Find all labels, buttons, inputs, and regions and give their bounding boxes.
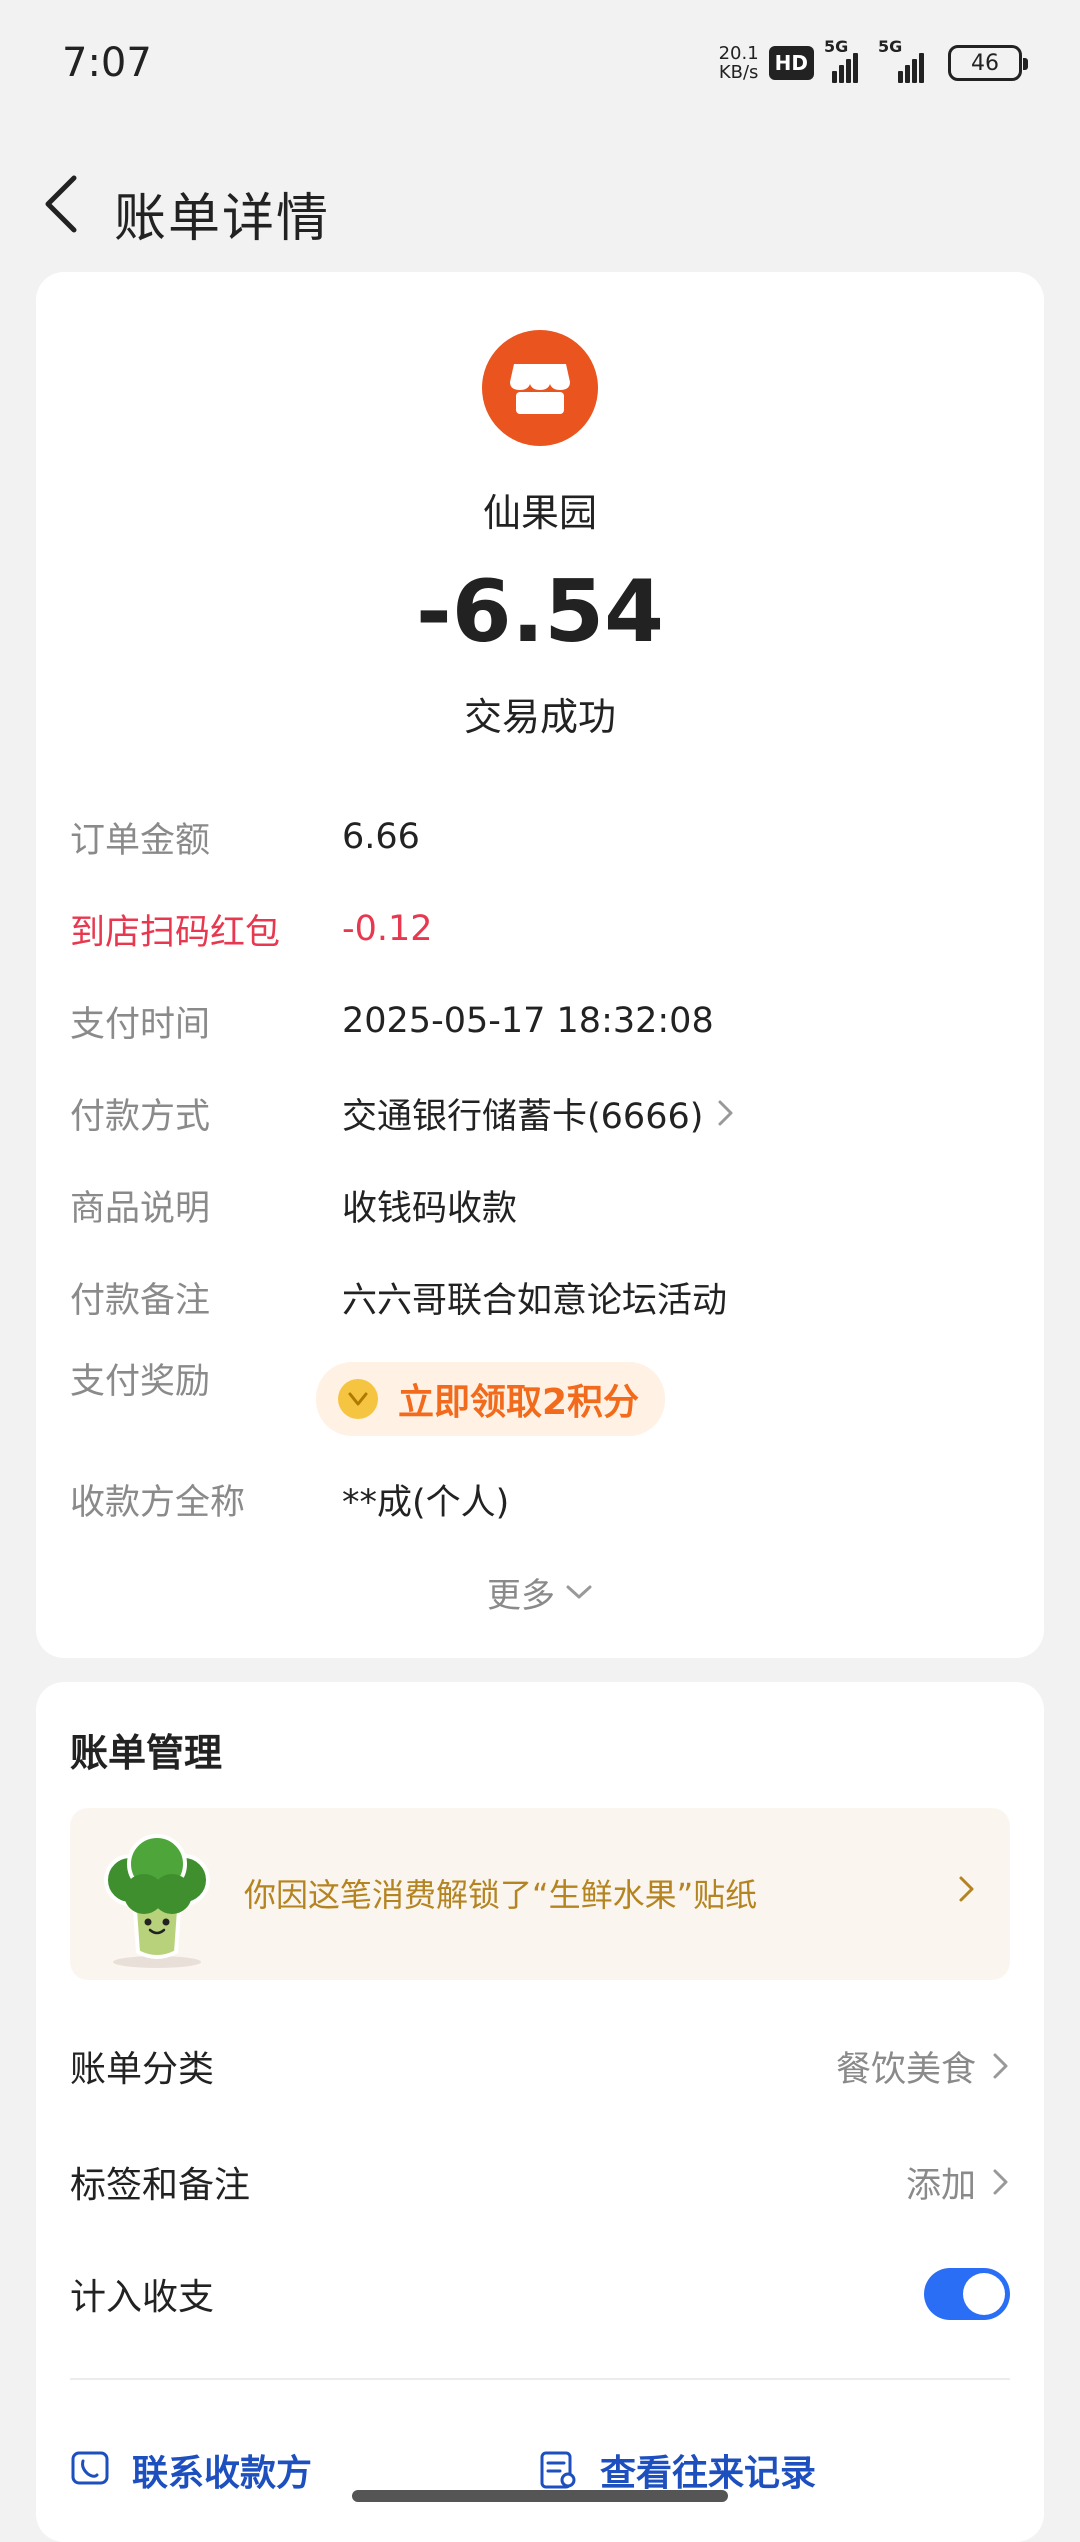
detail-label: 付款方式: [70, 1096, 211, 1137]
detail-row-reward: 支付奖励 立即领取2积分: [70, 1354, 1010, 1444]
chevron-right-icon: [993, 2169, 1008, 2195]
back-button[interactable]: [32, 162, 102, 242]
merchant-name: 仙果园: [482, 491, 597, 535]
divider: [70, 2378, 1010, 2380]
detail-label: 支付时间: [70, 1004, 211, 1045]
chevron-right-icon: [959, 1876, 974, 1902]
sticker-banner-text: 你因这笔消费解锁了“生鲜水果”贴纸: [244, 1876, 758, 1914]
detail-row-product: 商品说明 收钱码收款: [70, 1170, 1010, 1240]
detail-value: 六六哥联合如意论坛活动: [342, 1280, 728, 1321]
detail-row-pay-time: 支付时间 2025-05-17 18:32:08: [70, 986, 1010, 1056]
status-icons: 20.1 KB/s HD 5G 5G 46: [719, 37, 1028, 86]
detail-row-red-packet: 到店扫码红包 -0.12: [70, 894, 1010, 964]
detail-value: **成(个人): [342, 1482, 510, 1523]
signal-label: 5G: [878, 37, 903, 56]
detail-row-order-amount: 订单金额 6.66: [70, 802, 1010, 872]
document-list-icon: [540, 2451, 576, 2489]
chevron-right-icon: [718, 1100, 733, 1126]
coin-icon: [338, 1379, 378, 1419]
contact-payee-label: 联系收款方: [132, 2453, 313, 2494]
broccoli-sticker-icon: [104, 1834, 210, 1968]
battery-icon: 46: [948, 45, 1028, 81]
section-title: 账单管理: [70, 1731, 223, 1775]
more-label: 更多: [487, 1575, 555, 1616]
contact-payee-button[interactable]: 联系收款方: [70, 2440, 312, 2500]
network-speed-value: 20.1: [718, 43, 759, 64]
claim-points-button[interactable]: 立即领取2积分: [316, 1362, 666, 1436]
more-button[interactable]: 更多: [36, 1562, 1044, 1622]
detail-value: -0.12: [342, 909, 433, 949]
page-title: 账单详情: [114, 189, 331, 249]
home-indicator[interactable]: [352, 2490, 728, 2502]
status-time: 7:07: [62, 40, 152, 86]
nav-bar: 账单详情: [0, 140, 1080, 270]
detail-label: 支付奖励: [70, 1362, 211, 1402]
detail-label: 收款方全称: [70, 1482, 246, 1523]
add-tags-button[interactable]: 添加: [906, 2157, 1010, 2208]
detail-label: 订单金额: [70, 820, 211, 861]
chevron-down-icon: [566, 1585, 592, 1599]
detail-label: 付款备注: [70, 1280, 211, 1321]
signal-icon: 5G: [824, 37, 868, 83]
transaction-amount: -6.54: [416, 562, 664, 662]
detail-row-remark: 付款备注 六六哥联合如意论坛活动: [70, 1262, 1010, 1332]
view-records-label: 查看往来记录: [600, 2453, 817, 2494]
toggle-knob: [963, 2273, 1005, 2315]
signal-label: 5G: [824, 37, 849, 56]
bill-category-value: 餐饮美食: [835, 2049, 976, 2090]
include-in-budget-toggle[interactable]: [924, 2268, 1010, 2320]
claim-points-label: 立即领取2积分: [398, 1382, 640, 1423]
transaction-status: 交易成功: [463, 695, 616, 739]
bill-category-label: 账单分类: [70, 2049, 215, 2090]
bill-category-selector[interactable]: 餐饮美食: [836, 2041, 1010, 2092]
detail-value: 6.66: [342, 817, 420, 857]
detail-value: 交通银行储蓄卡(6666): [342, 1096, 704, 1137]
status-bar: 7:07 20.1 KB/s HD 5G 5G 46: [0, 0, 1080, 140]
merchant-logo: [482, 330, 598, 446]
bill-management-card: 账单管理 你因这笔消费解锁了“生鲜水果”贴纸 账单分类 餐饮美食 标签和备注 添…: [36, 1682, 1044, 2542]
shop-icon: [510, 364, 570, 414]
tags-remarks-row[interactable]: 标签和备注 添加: [70, 2132, 1010, 2232]
sticker-banner[interactable]: 你因这笔消费解锁了“生鲜水果”贴纸: [70, 1808, 1010, 1980]
detail-value: 收钱码收款: [342, 1188, 518, 1229]
transaction-card: 仙果园 -6.54 交易成功 订单金额 6.66 到店扫码红包 -0.12 支付…: [36, 272, 1044, 1658]
include-in-budget-row: 计入收支: [70, 2244, 1010, 2344]
network-speed-unit: KB/s: [718, 62, 759, 83]
payment-method-link[interactable]: 交通银行储蓄卡(6666): [342, 1088, 735, 1139]
battery-level: 46: [971, 50, 999, 76]
network-speed: 20.1 KB/s: [719, 44, 759, 82]
add-tags-label: 添加: [905, 2165, 976, 2206]
chevron-right-icon: [993, 2053, 1008, 2079]
detail-value: 2025-05-17 18:32:08: [342, 1001, 714, 1041]
back-arrow-icon: [45, 175, 77, 233]
tags-remarks-label: 标签和备注: [70, 2165, 251, 2206]
signal-icon: 5G: [878, 37, 938, 83]
detail-label: 到店扫码红包: [70, 912, 281, 953]
detail-row-payee: 收款方全称 **成(个人): [70, 1464, 1010, 1534]
include-in-budget-label: 计入收支: [70, 2277, 215, 2318]
detail-label: 商品说明: [70, 1188, 211, 1229]
phone-chat-icon: [71, 2451, 109, 2485]
bill-category-row[interactable]: 账单分类 餐饮美食: [70, 2016, 1010, 2116]
hd-icon: HD: [768, 46, 814, 80]
detail-row-pay-method[interactable]: 付款方式 交通银行储蓄卡(6666): [70, 1078, 1010, 1148]
